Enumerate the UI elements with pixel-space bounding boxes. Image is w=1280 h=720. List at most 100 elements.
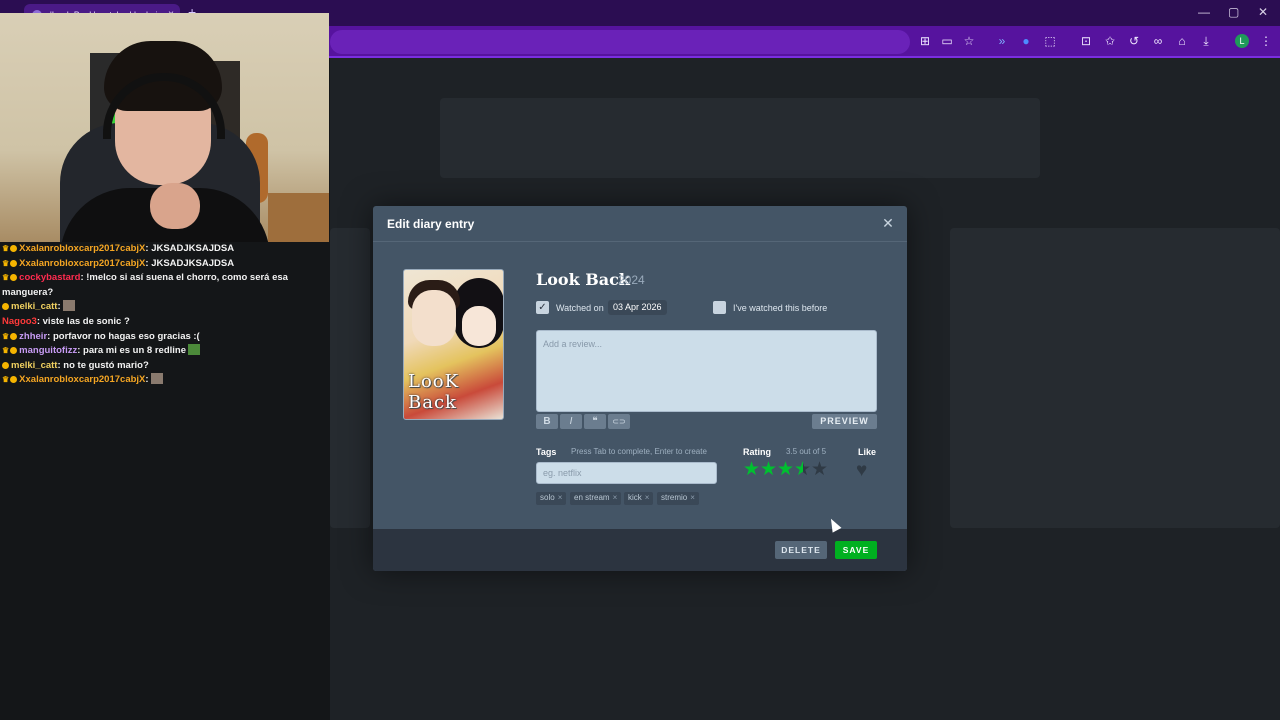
maximize-icon[interactable]: ▢	[1228, 5, 1239, 19]
chat-text: : porfavor no hagas eso gracias :(	[47, 330, 200, 342]
webcam-overlay	[0, 13, 329, 242]
menu-icon[interactable]: ⋮	[1259, 34, 1273, 48]
italic-button[interactable]: I	[560, 414, 582, 429]
crown-badge-icon: ♛	[2, 346, 10, 356]
chat-message: manguera?	[0, 286, 330, 301]
bookmark-icon[interactable]: ✩	[1103, 34, 1117, 48]
rating-label: Rating	[743, 447, 771, 457]
minimize-icon[interactable]: —	[1198, 5, 1210, 19]
chat-text: : para mi es un 8 redline	[77, 345, 186, 357]
tags-input[interactable]: eg. netflix	[536, 462, 717, 484]
tag-chip[interactable]: solo ×	[536, 492, 567, 505]
review-textarea[interactable]: Add a review...	[536, 330, 877, 412]
tag-chip[interactable]: kick ×	[624, 492, 654, 505]
crown-badge-icon: ♛	[2, 258, 10, 268]
chat-username[interactable]: cockybastard	[19, 272, 80, 283]
tag-chip[interactable]: stremio ×	[657, 492, 699, 505]
webcam-person-hand	[150, 183, 200, 229]
background-panel	[330, 228, 370, 528]
extension-icon[interactable]: ∞	[1151, 34, 1165, 48]
close-window-icon[interactable]: ✕	[1258, 5, 1268, 19]
star-icon[interactable]: ☆	[962, 34, 976, 48]
chat-message: ♛ Xxalanrobloxcarp2017cabjX: JKSADJKSAJDS…	[0, 242, 330, 257]
sub-badge-icon	[10, 347, 18, 355]
tag-label: kick	[628, 493, 642, 502]
chat-username[interactable]: Xxalanrobloxcarp2017cabjX	[19, 243, 145, 254]
like-heart-icon[interactable]: ♥	[856, 461, 876, 480]
chat-emote-icon	[188, 344, 200, 356]
remove-tag-icon[interactable]: ×	[613, 493, 618, 502]
delete-button[interactable]: DELETE	[775, 541, 827, 559]
downloads-icon[interactable]: ⤓	[1199, 34, 1213, 48]
link-button[interactable]: ⊂⊃	[608, 414, 630, 429]
background-panel	[950, 228, 1280, 528]
rewatch-label: I've watched this before	[733, 303, 828, 313]
crown-badge-icon: ♛	[2, 273, 10, 283]
address-bar[interactable]	[330, 30, 910, 54]
save-button[interactable]: SAVE	[835, 541, 877, 559]
chat-message: ♛ cockybastard: !melco si así suena el ch…	[0, 271, 330, 286]
chat-username[interactable]: melki_catt	[11, 360, 57, 371]
cast-icon[interactable]: ▭	[940, 34, 954, 48]
chat-username[interactable]: Xxalanrobloxcarp2017cabjX	[19, 258, 145, 269]
rewatch-checkbox[interactable]	[713, 301, 726, 314]
crown-badge-icon: ♛	[2, 375, 10, 385]
translate-icon[interactable]: ⊞	[918, 34, 932, 48]
extension-icon[interactable]: »	[995, 34, 1009, 48]
remove-tag-icon[interactable]: ×	[690, 493, 695, 502]
chat-username[interactable]: melki_catt	[11, 301, 57, 312]
screenshot-icon[interactable]: ⊡	[1079, 34, 1093, 48]
chat-message: ♛ Xxalanrobloxcarp2017cabjX:	[0, 373, 330, 388]
watched-date-field[interactable]: 03 Apr 2026	[608, 300, 667, 315]
chat-username[interactable]: Nagoo3	[2, 316, 37, 327]
chat-message: melki_catt: no te gustó mario?	[0, 359, 330, 374]
rating-star-icon[interactable]: ★	[794, 460, 812, 479]
rating-text: 3.5 out of 5	[786, 447, 827, 456]
puzzle-icon[interactable]: ⬚	[1043, 34, 1057, 48]
tags-hint: Press Tab to complete, Enter to create	[571, 447, 707, 456]
chat-text: : viste las de sonic ?	[36, 315, 130, 327]
chat-message: ♛ zhheir: porfavor no hagas eso gracias :…	[0, 330, 330, 345]
poster-art	[462, 306, 496, 346]
chat-message: ♛ Xxalanrobloxcarp2017cabjX: JKSADJKSAJDS…	[0, 257, 330, 272]
rating-star-icon[interactable]: ★	[811, 460, 829, 479]
extension-icon[interactable]: ⌂	[1175, 34, 1189, 48]
sub-badge-icon	[10, 274, 18, 282]
remove-tag-icon[interactable]: ×	[558, 493, 563, 502]
chat-text: : JKSADJKSAJDSA	[145, 243, 235, 254]
profile-avatar[interactable]: L	[1235, 34, 1249, 48]
preview-button[interactable]: PREVIEW	[812, 414, 877, 429]
crown-badge-icon: ♛	[2, 331, 10, 341]
film-title: Look Back	[536, 270, 630, 289]
film-year[interactable]: 2024	[618, 273, 645, 287]
rating-star-icon[interactable]: ★	[743, 460, 761, 479]
like-label: Like	[858, 447, 877, 457]
quote-button[interactable]: ❝	[584, 414, 606, 429]
chat-emote-icon	[62, 300, 75, 312]
close-icon[interactable]: ✕	[881, 216, 895, 230]
sub-badge-icon	[10, 259, 18, 267]
rating-star-icon[interactable]: ★	[777, 460, 795, 479]
sub-badge-icon	[10, 376, 18, 384]
chat-text: : !melco si así suena el chorro, como se…	[80, 272, 288, 284]
extension-icon[interactable]: ●	[1019, 34, 1033, 48]
chat-username[interactable]: zhheir	[19, 331, 47, 342]
chat-text: : no te gustó mario?	[57, 359, 149, 371]
tag-chip[interactable]: en stream ×	[570, 492, 622, 505]
chat-username[interactable]: manguitofizz	[19, 345, 77, 356]
webcam-floor	[268, 193, 329, 242]
film-poster: LooK Back	[403, 269, 504, 420]
bold-button[interactable]: B	[536, 414, 558, 429]
chat-text: : JKSADJKSAJDSA	[145, 257, 235, 269]
remove-tag-icon[interactable]: ×	[645, 493, 650, 502]
chat-message: Nagoo3: viste las de sonic ?	[0, 315, 330, 330]
tag-label: solo	[540, 493, 555, 502]
rating-star-icon[interactable]: ★	[760, 460, 778, 479]
chat-emote-icon	[150, 373, 163, 385]
watched-on-checkbox[interactable]: ✓	[536, 301, 549, 314]
sub-badge-icon	[2, 303, 9, 311]
sub-badge-icon	[10, 332, 18, 340]
chat-username[interactable]: Xxalanrobloxcarp2017cabjX	[19, 374, 145, 385]
chat-message: melki_catt:	[0, 300, 330, 315]
history-icon[interactable]: ↺	[1127, 34, 1141, 48]
